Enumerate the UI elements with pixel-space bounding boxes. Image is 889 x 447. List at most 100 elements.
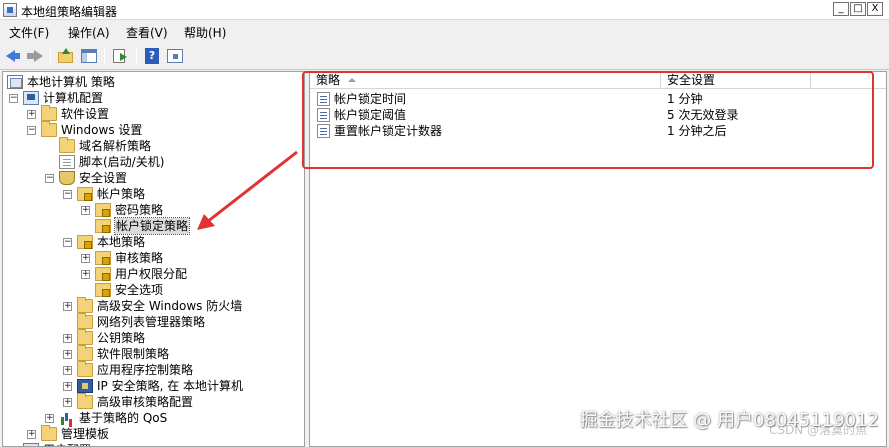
tree-node[interactable]: + 公钥策略 xyxy=(3,329,303,346)
policy-row[interactable]: 帐户锁定时间 1 分钟 xyxy=(310,91,886,107)
tree-node[interactable]: − 安全设置 xyxy=(3,170,303,186)
show-hide-tree-icon[interactable] xyxy=(80,48,98,64)
collapse-toggle[interactable]: − xyxy=(9,94,18,103)
policy-setting-icon xyxy=(317,124,330,138)
details-pane: 策略 安全设置 帐户锁定时间 1 分钟 帐户锁定阈值 5 次无效登录 重置帐户锁定计数器… xyxy=(309,71,887,447)
expand-toggle[interactable]: + xyxy=(81,206,90,215)
tree-node[interactable]: − 帐户策略 xyxy=(3,186,303,202)
properties-icon[interactable] xyxy=(166,48,184,64)
tree-node-label: 软件限制策略 xyxy=(97,347,170,361)
expand-toggle[interactable]: + xyxy=(81,270,90,279)
locked-folder-icon xyxy=(77,187,93,201)
console-tree[interactable]: 本地计算机 策略 − 计算机配置 + 软件设置 − Windows 设置 域名解析策略 脚本(启… xyxy=(2,71,305,447)
expand-toggle[interactable]: + xyxy=(63,398,72,407)
tree-node-label: 公钥策略 xyxy=(97,331,146,345)
close-button[interactable]: X xyxy=(867,2,883,16)
policy-row[interactable]: 帐户锁定阈值 5 次无效登录 xyxy=(310,107,886,123)
policy-name: 重置帐户锁定计数器 xyxy=(334,124,443,138)
locked-folder-icon xyxy=(95,267,111,281)
tree-node[interactable]: − Windows 设置 xyxy=(3,121,303,138)
tree-node[interactable]: + 用户权限分配 xyxy=(3,266,303,282)
column-label-setting: 安全设置 xyxy=(667,73,716,87)
folder-icon xyxy=(59,137,75,153)
toolbar-separator xyxy=(136,47,137,65)
app-icon xyxy=(3,3,17,17)
toolbar: ? xyxy=(0,42,889,70)
tree-node[interactable]: 网络列表管理器策略 xyxy=(3,313,303,330)
tree-node-label: 脚本(启动/关机) xyxy=(79,155,165,169)
folder-icon xyxy=(77,313,93,329)
computer-icon xyxy=(23,91,39,105)
tree-node[interactable]: 域名解析策略 xyxy=(3,137,303,154)
tree-node[interactable]: − 计算机配置 xyxy=(3,90,303,106)
menu-action[interactable]: 操作(A) xyxy=(68,24,110,41)
forward-arrow-icon[interactable] xyxy=(26,48,44,64)
policy-setting-icon xyxy=(317,108,330,122)
expand-toggle[interactable]: + xyxy=(81,254,90,263)
tree-node[interactable]: + 高级安全 Windows 防火墙 xyxy=(3,297,303,314)
tree-node-label: 安全选项 xyxy=(115,283,164,297)
tree-node[interactable]: + 管理模板 xyxy=(3,425,303,442)
tree-node-label: 密码策略 xyxy=(115,203,164,217)
help-icon[interactable]: ? xyxy=(143,48,161,64)
back-arrow-icon[interactable] xyxy=(4,48,22,64)
expand-toggle[interactable]: + xyxy=(63,302,72,311)
menu-bar: 文件(F) 操作(A) 查看(V) 帮助(H) xyxy=(0,20,889,42)
tree-node[interactable]: 本地计算机 策略 xyxy=(3,74,303,90)
expand-toggle[interactable]: + xyxy=(63,366,72,375)
computer-icon xyxy=(23,443,39,446)
locked-folder-icon xyxy=(95,251,111,265)
column-label-policy: 策略 xyxy=(316,73,341,87)
folder-icon xyxy=(77,393,93,409)
expand-toggle[interactable]: + xyxy=(63,350,72,359)
tree-node-label: 帐户锁定策略 xyxy=(113,217,191,235)
policy-row[interactable]: 重置帐户锁定计数器 1 分钟之后 xyxy=(310,123,886,139)
collapse-toggle[interactable]: − xyxy=(63,238,72,247)
minimize-button[interactable]: _ xyxy=(833,2,849,16)
tree-node[interactable]: + IP 安全策略, 在 本地计算机 xyxy=(3,378,303,394)
export-list-icon[interactable] xyxy=(111,48,129,64)
tree-node[interactable]: + 应用程序控制策略 xyxy=(3,361,303,378)
locked-folder-icon xyxy=(77,235,93,249)
title-bar: 本地组策略编辑器 _ □ X xyxy=(0,0,889,20)
tree-node-label: 帐户策略 xyxy=(97,187,146,201)
qos-chart-icon xyxy=(59,411,75,425)
locked-folder-icon xyxy=(95,203,111,217)
tree-node-label: 用户配置 xyxy=(43,442,91,446)
tree-node-label: 应用程序控制策略 xyxy=(97,363,194,377)
expand-toggle[interactable]: + xyxy=(27,430,36,439)
expand-toggle[interactable]: + xyxy=(45,414,54,423)
column-header-policy[interactable]: 策略 xyxy=(310,72,661,89)
policy-name: 帐户锁定阈值 xyxy=(334,108,407,122)
tree-node[interactable]: 脚本(启动/关机) xyxy=(3,154,303,170)
expand-toggle[interactable]: + xyxy=(63,334,72,343)
tree-node[interactable]: − 本地策略 xyxy=(3,234,303,250)
menu-help[interactable]: 帮助(H) xyxy=(184,24,226,41)
collapse-toggle[interactable]: − xyxy=(63,190,72,199)
tree-node[interactable]: 帐户锁定策略 xyxy=(3,217,303,235)
tree-node[interactable]: + 软件设置 xyxy=(3,105,303,122)
menu-file[interactable]: 文件(F) xyxy=(9,24,49,41)
tree-node-label: IP 安全策略, 在 本地计算机 xyxy=(97,379,244,393)
tree-node[interactable]: + 高级审核策略配置 xyxy=(3,393,303,410)
menu-view[interactable]: 查看(V) xyxy=(126,24,168,41)
tree-node-label: 用户权限分配 xyxy=(115,267,188,281)
ip-security-icon xyxy=(77,379,93,393)
folder-icon xyxy=(77,361,93,377)
up-folder-icon[interactable] xyxy=(57,48,75,64)
tree-node[interactable]: + 软件限制策略 xyxy=(3,345,303,362)
folder-icon xyxy=(41,425,57,441)
tree-node[interactable]: 安全选项 xyxy=(3,282,303,298)
maximize-button[interactable]: □ xyxy=(850,2,866,16)
collapse-toggle[interactable]: − xyxy=(27,126,36,135)
tree-node[interactable]: −用户配置 xyxy=(3,442,303,446)
expand-toggle[interactable]: + xyxy=(27,110,36,119)
sort-ascending-icon xyxy=(348,78,356,82)
column-header-setting[interactable]: 安全设置 xyxy=(661,72,811,89)
expand-toggle[interactable]: + xyxy=(63,382,72,391)
tree-node[interactable]: + 审核策略 xyxy=(3,250,303,266)
tree-node[interactable]: + 基于策略的 QoS xyxy=(3,410,303,426)
tree-node[interactable]: + 密码策略 xyxy=(3,202,303,218)
juejin-watermark: 掘金技术社区 @ 用户08045119012 xyxy=(579,410,879,431)
collapse-toggle[interactable]: − xyxy=(45,174,54,183)
